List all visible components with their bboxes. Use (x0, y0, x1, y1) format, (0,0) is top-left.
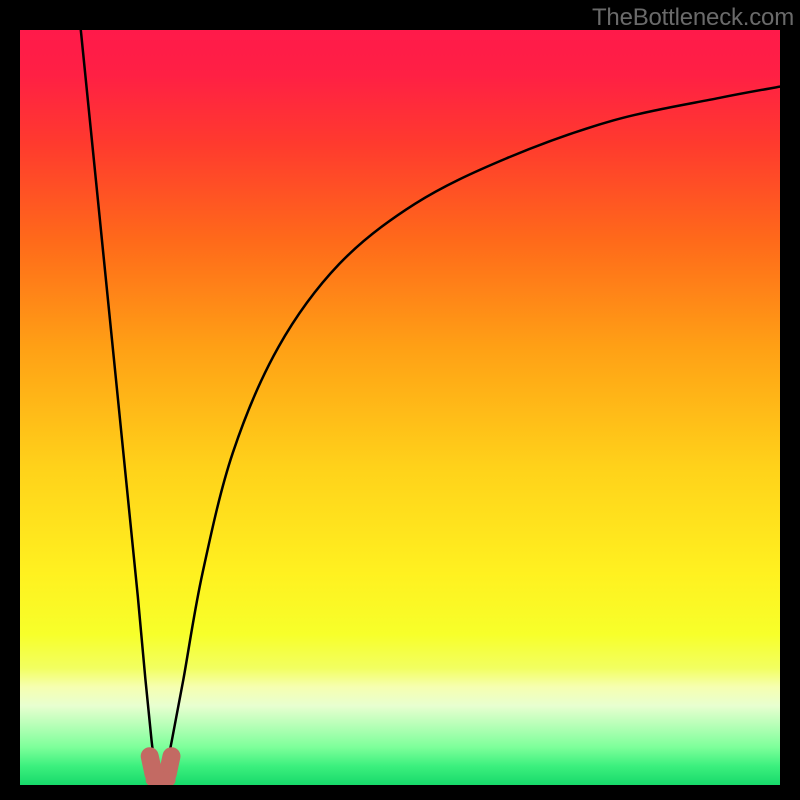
plot-area (20, 30, 780, 785)
chart-svg (20, 30, 780, 785)
outer-frame: TheBottleneck.com (0, 0, 800, 800)
watermark-text: TheBottleneck.com (592, 4, 794, 32)
gradient-background (20, 30, 780, 785)
